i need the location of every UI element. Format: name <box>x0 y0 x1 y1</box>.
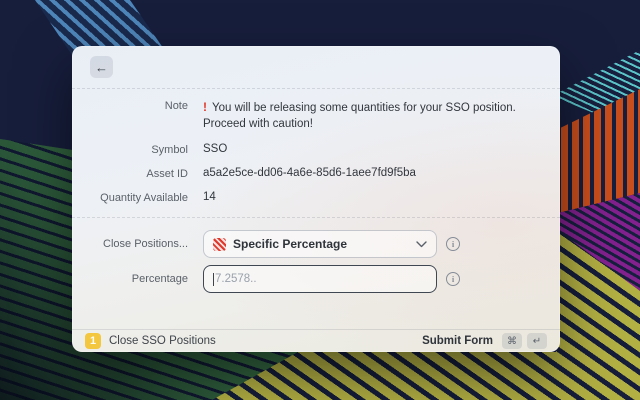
note-text: You will be releasing some quantities fo… <box>203 102 516 130</box>
note-value: !You will be releasing some quantities f… <box>203 99 529 132</box>
chevron-down-icon <box>416 241 427 248</box>
window-footer: 1 Close SSO Positions Submit Form ⌘ ↵ <box>72 329 560 352</box>
extension-icon: 1 <box>85 333 101 349</box>
asset-id-label: Asset ID <box>72 167 188 180</box>
close-positions-dropdown[interactable]: Specific Percentage <box>203 230 437 258</box>
command-title: Close SSO Positions <box>109 335 216 347</box>
window-header: ← <box>72 46 560 89</box>
symbol-value: SSO <box>203 143 560 156</box>
note-label: Note <box>72 99 188 132</box>
dropdown-selected-value: Specific Percentage <box>233 237 347 251</box>
raycast-form-window: ← Note !You will be releasing some quant… <box>72 46 560 352</box>
percentage-icon <box>213 238 226 251</box>
section-divider: Close Positions... Specific Percentage i <box>72 217 560 293</box>
symbol-label: Symbol <box>72 143 188 156</box>
symbol-row: Symbol SSO <box>72 143 560 156</box>
note-row: Note !You will be releasing some quantit… <box>72 99 560 132</box>
percentage-row: Percentage i <box>72 265 560 293</box>
desktop: ← Note !You will be releasing some quant… <box>0 0 640 400</box>
form-content: Note !You will be releasing some quantit… <box>72 89 560 329</box>
quantity-value: 14 <box>203 191 560 204</box>
percentage-label: Percentage <box>72 273 188 285</box>
info-icon[interactable]: i <box>446 272 460 286</box>
close-positions-label: Close Positions... <box>72 238 188 250</box>
return-key-icon: ↵ <box>527 333 547 349</box>
back-arrow-icon: ← <box>95 60 108 75</box>
quantity-label: Quantity Available <box>72 191 188 204</box>
asset-id-value: a5a2e5ce-dd06-4a6e-85d6-1aee7fd9f5ba <box>203 167 560 180</box>
percentage-input[interactable] <box>215 266 427 292</box>
close-positions-row: Close Positions... Specific Percentage i <box>72 230 560 258</box>
text-caret <box>213 273 214 286</box>
warning-icon: ! <box>203 100 207 114</box>
command-key-icon: ⌘ <box>502 333 522 349</box>
submit-form-button[interactable]: Submit Form <box>422 335 493 347</box>
asset-id-row: Asset ID a5a2e5ce-dd06-4a6e-85d6-1aee7fd… <box>72 167 560 180</box>
info-icon[interactable]: i <box>446 237 460 251</box>
quantity-row: Quantity Available 14 <box>72 191 560 204</box>
back-button[interactable]: ← <box>90 56 113 78</box>
percentage-field-frame <box>203 265 437 293</box>
